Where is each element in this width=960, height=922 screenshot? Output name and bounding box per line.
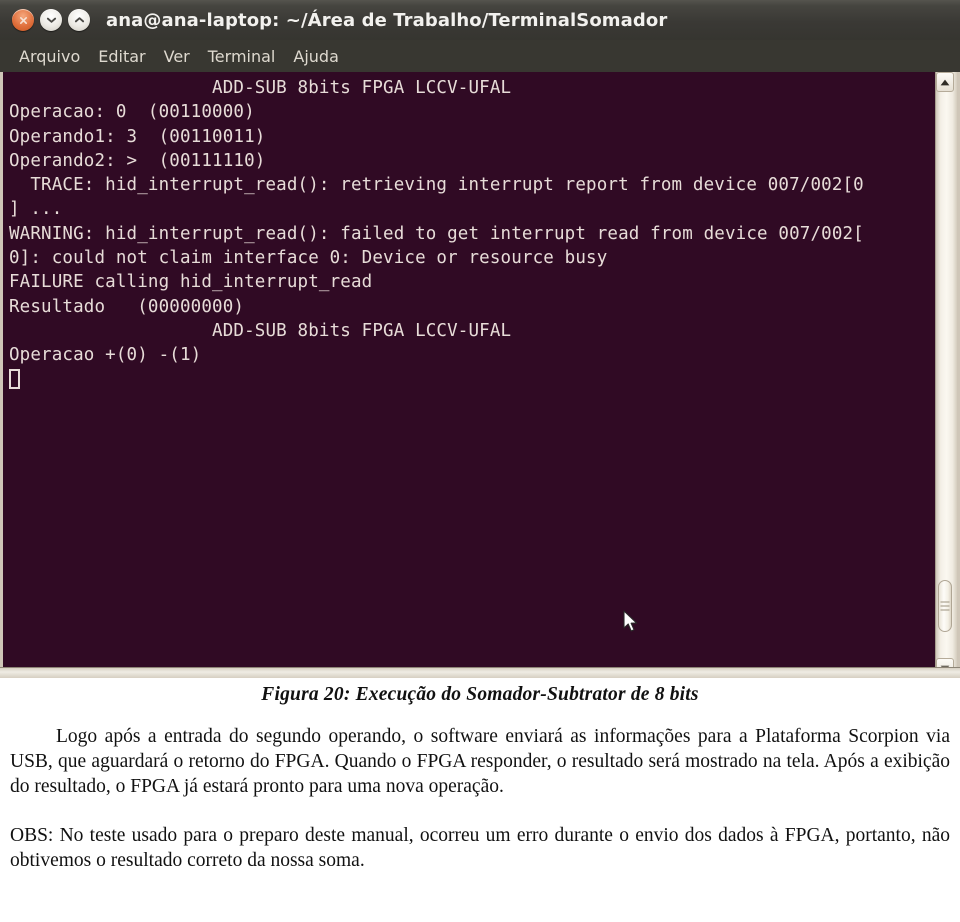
- window-bottom-edge: [0, 667, 960, 678]
- paragraph-observation: OBS: No teste usado para o preparo deste…: [10, 825, 950, 871]
- scrollbar-grip-icon: [940, 599, 950, 614]
- terminal-line: FAILURE calling hid_interrupt_read: [9, 272, 373, 293]
- maximize-window-icon[interactable]: [68, 9, 90, 31]
- window-titlebar[interactable]: ana@ana-laptop: ~/Área de Trabalho/Termi…: [0, 0, 960, 40]
- terminal-line: 0]: could not claim interface 0: Device …: [9, 248, 608, 269]
- terminal-scrollbar[interactable]: [935, 72, 960, 678]
- terminal-line: WARNING: hid_interrupt_read(): failed to…: [9, 223, 864, 244]
- terminal-line: ADD-SUB 8bits FPGA LCCV-UFAL: [9, 78, 512, 98]
- terminal-screen[interactable]: ADD-SUB 8bits FPGA LCCV-UFAL Operacao: 0…: [3, 72, 935, 678]
- terminal-cursor-line: [9, 368, 935, 392]
- paragraph-description: Logo após a entrada do segundo operando,…: [10, 726, 950, 797]
- terminal-line: TRACE: hid_interrupt_read(): retrieving …: [9, 175, 864, 196]
- terminal-line: Operacao +(0) -(1): [9, 345, 202, 366]
- terminal-line: ADD-SUB 8bits FPGA LCCV-UFAL: [9, 320, 512, 341]
- window-title: ana@ana-laptop: ~/Área de Trabalho/Termi…: [106, 9, 668, 31]
- figure-caption: Figura 20: Execução do Somador-Subtrator…: [261, 684, 699, 705]
- terminal-line: Operacao: 0 (00110000): [9, 102, 255, 123]
- terminal-line: Operando2: > (00111110): [9, 150, 266, 171]
- close-window-icon[interactable]: [12, 9, 34, 31]
- mouse-pointer-icon: [623, 610, 639, 634]
- block-cursor-icon: [9, 368, 20, 389]
- menu-item-ajuda[interactable]: Ajuda: [284, 45, 348, 68]
- terminal-body: ADD-SUB 8bits FPGA LCCV-UFAL Operacao: 0…: [0, 72, 960, 678]
- window-controls: [12, 9, 90, 31]
- terminal-line: ] ...: [9, 199, 63, 220]
- scroll-up-arrow-icon[interactable]: [936, 72, 954, 92]
- document-body: Figura 20: Execução do Somador-Subtrator…: [0, 678, 960, 922]
- terminal-line: Resultado (00000000): [9, 296, 245, 317]
- menu-item-editar[interactable]: Editar: [89, 45, 154, 68]
- terminal-window: ana@ana-laptop: ~/Área de Trabalho/Termi…: [0, 0, 960, 678]
- minimize-window-icon[interactable]: [40, 9, 62, 31]
- scrollbar-thumb[interactable]: [938, 580, 952, 632]
- menu-item-arquivo[interactable]: Arquivo: [10, 45, 89, 68]
- menu-item-terminal[interactable]: Terminal: [199, 45, 285, 68]
- menu-item-ver[interactable]: Ver: [155, 45, 199, 68]
- menubar: Arquivo Editar Ver Terminal Ajuda: [0, 40, 960, 72]
- terminal-line: Operando1: 3 (00110011): [9, 126, 266, 147]
